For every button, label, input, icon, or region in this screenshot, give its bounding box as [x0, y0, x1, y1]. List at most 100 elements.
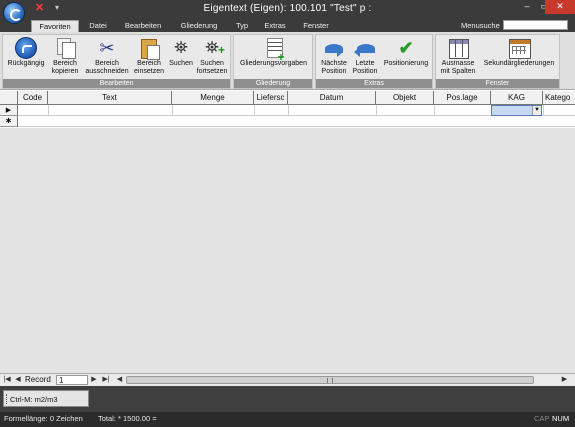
- outline-list-icon: [263, 37, 285, 61]
- secondary-label: Sekundärgliederungen: [483, 60, 555, 67]
- find-next-label-2: fortsetzen: [196, 68, 228, 75]
- caps-lock-indicator: CAP: [534, 414, 550, 423]
- first-record-button[interactable]: |◀: [2, 375, 12, 385]
- cell-divider: [434, 105, 435, 116]
- last-position-button[interactable]: Letzte Position: [350, 37, 380, 81]
- undo-button[interactable]: Rückgängig: [5, 37, 47, 81]
- outline-label: Gliederungsvorgaben: [240, 60, 307, 67]
- record-number-input[interactable]: 1: [56, 375, 88, 385]
- next-label-2: Position: [321, 68, 347, 75]
- horizontal-scrollbar[interactable]: ◀ ▶: [115, 375, 570, 385]
- binoculars-plus-icon: ⛯: [201, 37, 225, 61]
- cell-divider: [172, 105, 173, 116]
- ribbon-tabs: Favoriten Datei Bearbeiten Gliederung Ty…: [0, 18, 575, 32]
- num-lock-indicator: NUM: [552, 414, 570, 423]
- scroll-right-icon[interactable]: ▶: [560, 375, 569, 385]
- macro-button-m2-m3[interactable]: Ctrl-M: m2/m3 erfassen: [3, 390, 89, 421]
- scissors-icon: ✂: [99, 38, 115, 58]
- app-menu-button[interactable]: [3, 2, 25, 24]
- positioning-label: Positionierung: [383, 60, 429, 67]
- table-columns-icon: [447, 37, 469, 59]
- cell-divider: [48, 105, 49, 116]
- paste-range-button[interactable]: Bereich einsetzen: [131, 37, 167, 81]
- group-bearbeiten: Rückgängig Bereich kopieren ✂ Bereich au…: [2, 34, 231, 89]
- cut-label-1: Bereich: [95, 60, 119, 67]
- group-gliederung: Gliederungsvorgaben Gliederung: [233, 34, 313, 89]
- tab-typ[interactable]: Typ: [230, 20, 254, 32]
- record-label: Record: [25, 375, 51, 384]
- find-next-button[interactable]: ⛯ Suchen fortsetzen: [195, 37, 229, 81]
- menusuche-input[interactable]: [503, 20, 568, 30]
- close-button[interactable]: ✕: [545, 0, 575, 14]
- dimensions-columns-button[interactable]: Ausmasse mit Spalten: [438, 37, 478, 81]
- record-navigator: |◀ ◀ Record 1 ▶ ▶| ◀ ▶: [0, 373, 575, 386]
- group-label-fenster: Fenster: [436, 79, 559, 88]
- arrow-right-icon: [323, 37, 345, 59]
- tab-fenster[interactable]: Fenster: [298, 20, 334, 32]
- column-header-poslage[interactable]: Pos.lage: [434, 91, 491, 105]
- column-header-menge[interactable]: Menge: [172, 91, 254, 105]
- last-record-button[interactable]: ▶|: [100, 375, 112, 385]
- total-status: Total: * 1500.00 =: [98, 414, 157, 423]
- column-header-kag[interactable]: KAG: [491, 91, 543, 105]
- copy-label-1: Bereich: [53, 60, 77, 67]
- header-corner[interactable]: [0, 91, 18, 105]
- outline-defaults-button[interactable]: Gliederungsvorgaben: [236, 37, 311, 81]
- cols-label-2: mit Spalten: [440, 68, 476, 75]
- cell-divider: [254, 105, 255, 116]
- column-header-datum[interactable]: Datum: [288, 91, 376, 105]
- find-label: Suchen: [169, 60, 193, 67]
- prev-record-button[interactable]: ◀: [13, 375, 23, 385]
- calendar-grid-icon: [508, 37, 531, 59]
- column-header-objekt[interactable]: Objekt: [376, 91, 434, 105]
- column-header-text[interactable]: Text: [48, 91, 172, 105]
- tab-extras[interactable]: Extras: [261, 20, 289, 32]
- title-bar: ✕ ▾ Eigentext (Eigen): 100.101 "Test" p …: [0, 0, 575, 24]
- grid-header: Code Text Menge Liefersc Datum Objekt Po…: [0, 91, 575, 105]
- undo-icon: [15, 37, 37, 59]
- tab-favoriten[interactable]: Favoriten: [31, 20, 79, 32]
- next-label-1: Nächste: [321, 60, 347, 67]
- tab-bearbeiten[interactable]: Bearbeiten: [120, 20, 166, 32]
- chevron-down-icon[interactable]: ▼: [532, 106, 541, 115]
- cols-label-1: Ausmasse: [441, 60, 475, 67]
- copy-label-2: kopieren: [51, 68, 79, 75]
- positioning-button[interactable]: ✔ Positionierung: [380, 37, 432, 81]
- row-selector-current[interactable]: ▶: [0, 105, 18, 116]
- prev-label-1: Letzte: [355, 60, 375, 67]
- row-selector-new[interactable]: ✱: [0, 116, 18, 127]
- scroll-left-icon[interactable]: ◀: [115, 375, 124, 385]
- next-record-button[interactable]: ▶: [89, 375, 99, 385]
- scrollbar-thumb[interactable]: [126, 376, 534, 384]
- cut-range-button[interactable]: ✂ Bereich ausschneiden: [83, 37, 131, 81]
- tab-gliederung[interactable]: Gliederung: [175, 20, 223, 32]
- group-label-extras: Extras: [316, 79, 432, 88]
- grip-icon: [327, 378, 333, 383]
- column-header-kategorie[interactable]: Katego: [543, 91, 575, 105]
- paste-label-2: einsetzen: [134, 68, 164, 75]
- tab-datei[interactable]: Datei: [84, 20, 112, 32]
- formula-length-status: Formellänge: 0 Zeichen: [4, 414, 83, 423]
- column-header-code[interactable]: Code: [18, 91, 48, 105]
- copy-range-button[interactable]: Bereich kopieren: [48, 37, 82, 81]
- prev-label-2: Position: [352, 68, 378, 75]
- cut-label-2: ausschneiden: [85, 68, 129, 75]
- next-position-button[interactable]: Nächste Position: [318, 37, 350, 81]
- find-button[interactable]: ⛯ Suchen: [167, 37, 195, 81]
- table-row-new[interactable]: [18, 116, 575, 127]
- group-fenster: Ausmasse mit Spalten Sekundärgliederunge…: [435, 34, 560, 89]
- kag-combobox[interactable]: ▼: [491, 105, 542, 116]
- group-label-bearbeiten: Bearbeiten: [3, 79, 230, 88]
- paste-icon: [138, 37, 160, 60]
- arrow-left-icon: [354, 37, 376, 59]
- column-header-lieferschein[interactable]: Liefersc: [254, 91, 288, 105]
- paste-label-1: Bereich: [137, 60, 161, 67]
- cell-divider: [376, 105, 377, 116]
- minimize-button[interactable]: –: [517, 0, 537, 14]
- grid-empty-area: [0, 128, 575, 373]
- secondary-outlines-button[interactable]: Sekundärgliederungen: [479, 37, 559, 81]
- cell-divider: [288, 105, 289, 116]
- status-bar: Formellänge: 0 Zeichen Total: * 1500.00 …: [0, 412, 575, 427]
- checkmark-icon: ✔: [398, 38, 414, 58]
- undo-label: Rückgängig: [7, 60, 45, 67]
